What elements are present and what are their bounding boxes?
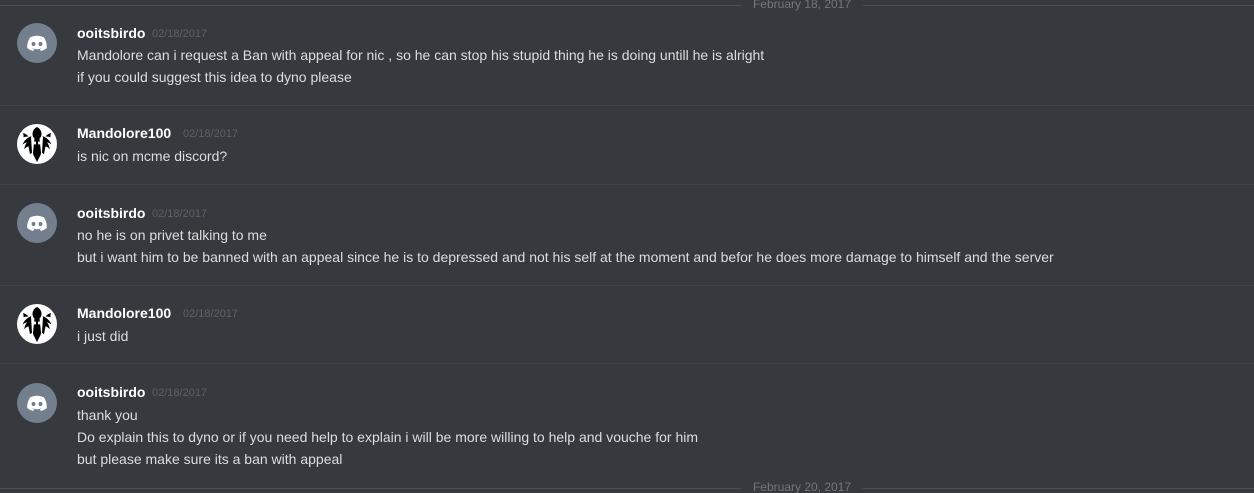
message-timestamp: 02/18/2017 [152,208,208,220]
discord-default-avatar-icon[interactable] [17,383,57,423]
message-text: is nic on mcme discord? [77,148,228,164]
message-separator [0,105,1254,106]
message-separator [0,184,1254,185]
message-author[interactable]: ooitsbirdo [77,384,145,401]
message-author[interactable]: Mandolore100 [77,305,171,322]
date-divider-label: February 18, 2017 [741,0,863,11]
message-author[interactable]: ooitsbirdo [77,25,145,42]
message-text: but i want him to be banned with an appe… [77,249,1054,265]
message-text: thank you [77,407,138,423]
date-divider-top: February 18, 2017 [0,0,1254,11]
message-text: but please make sure its a ban with appe… [77,451,343,467]
discord-default-avatar-icon[interactable] [17,23,57,63]
discord-default-avatar-icon[interactable] [17,203,57,243]
mythosaur-skull-avatar-icon[interactable] [17,304,57,344]
message-timestamp: 02/18/2017 [152,387,208,399]
message-author[interactable]: ooitsbirdo [77,205,145,222]
date-divider-label: February 20, 2017 [741,481,863,493]
message-timestamp: 02/18/2017 [183,308,239,320]
message-text: Do explain this to dyno or if you need h… [77,429,699,445]
message-text: i just did [77,328,129,344]
chat-messages-pane[interactable]: February 18, 2017 ooitsbirdo 02/18/2017 … [0,0,1254,493]
message-text: if you could suggest this idea to dyno p… [77,69,352,85]
message-timestamp: 02/18/2017 [183,128,239,140]
mythosaur-skull-avatar-icon[interactable] [17,124,57,164]
message-separator [0,363,1254,364]
message-text: Mandolore can i request a Ban with appea… [77,47,765,63]
message-timestamp: 02/18/2017 [152,28,208,40]
message-text: no he is on privet talking to me [77,227,267,243]
date-divider-bottom: February 20, 2017 [0,481,1254,493]
message-separator [0,285,1254,286]
message-author[interactable]: Mandolore100 [77,125,171,142]
